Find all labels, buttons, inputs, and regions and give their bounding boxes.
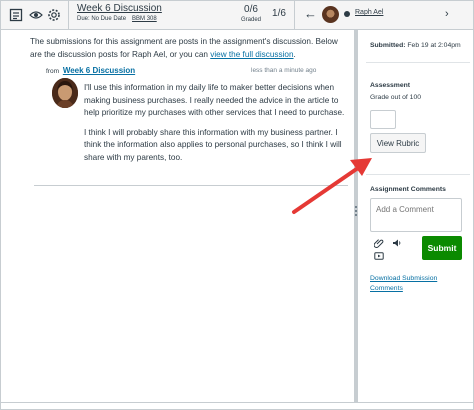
download-submission-comments-link[interactable]: Download Submission Comments [370, 274, 460, 294]
toolbar-divider [68, 0, 69, 30]
discussion-link[interactable]: Week 6 Discussion [63, 66, 135, 75]
grade-out-of-label: Grade out of 100 [370, 94, 422, 101]
submit-comment-button[interactable]: Submit [422, 236, 462, 260]
bottom-edge [0, 402, 474, 410]
audio-icon[interactable] [390, 237, 404, 249]
grade-input[interactable] [370, 110, 396, 129]
paperclip-icon[interactable] [372, 237, 386, 249]
student-position: 1/6 [272, 8, 286, 19]
graded-label: Graded [240, 17, 261, 23]
assessment-heading: Assessment [370, 82, 411, 89]
student-status-dot [344, 11, 350, 17]
post-author-avatar [52, 78, 78, 108]
student-avatar [322, 6, 339, 23]
student-name-select[interactable]: Raph Ael [355, 9, 383, 16]
previous-student-arrow-icon[interactable]: ← [304, 6, 317, 21]
submitted-label: Submitted: [370, 42, 406, 49]
panel-divider [366, 62, 470, 63]
eye-icon[interactable] [28, 7, 44, 23]
assignment-due-info: Due: No Due Date BBM 308 [77, 16, 157, 22]
from-label: from [46, 68, 59, 75]
post-source: from Week 6 Discussion less than a minut… [46, 66, 346, 75]
discussion-post: I'll use this information in my daily li… [84, 82, 346, 171]
submission-intro: The submissions for this assignment are … [30, 36, 348, 61]
comments-heading: Assignment Comments [370, 186, 446, 193]
gradebook-icon[interactable] [8, 7, 24, 23]
drag-grip-icon[interactable] [355, 206, 357, 216]
video-icon[interactable] [372, 250, 386, 262]
speedgrader-toolbar: Week 6 Discussion Due: No Due Date BBM 30… [0, 0, 474, 30]
grading-panel: Submitted: Feb 19 at 2:04pm Assessment G… [358, 30, 474, 402]
assignment-title-link[interactable]: Week 6 Discussion [77, 3, 162, 14]
toolbar-divider [294, 0, 295, 30]
post-paragraph: I'll use this information in my daily li… [84, 83, 345, 117]
comment-input[interactable] [370, 198, 462, 232]
course-link[interactable]: BBM 308 [132, 16, 157, 22]
submitted-date: Feb 19 at 2:04pm [407, 42, 461, 49]
intro-end: . [293, 49, 296, 59]
post-paragraph: I think I will probably share this infor… [84, 127, 342, 162]
post-divider [34, 185, 348, 186]
due-date-text: Due: No Due Date [77, 16, 127, 22]
submitted-info: Submitted: Feb 19 at 2:04pm [370, 42, 461, 49]
post-time: less than a minute ago [251, 67, 317, 74]
gear-icon[interactable] [46, 7, 62, 23]
graded-count: 0/6 [244, 4, 258, 15]
view-rubric-button[interactable]: View Rubric [370, 133, 426, 153]
view-full-discussion-link[interactable]: view the full discussion [210, 50, 293, 59]
panel-divider [366, 174, 470, 175]
next-student-chevron-icon[interactable]: › [445, 8, 449, 20]
